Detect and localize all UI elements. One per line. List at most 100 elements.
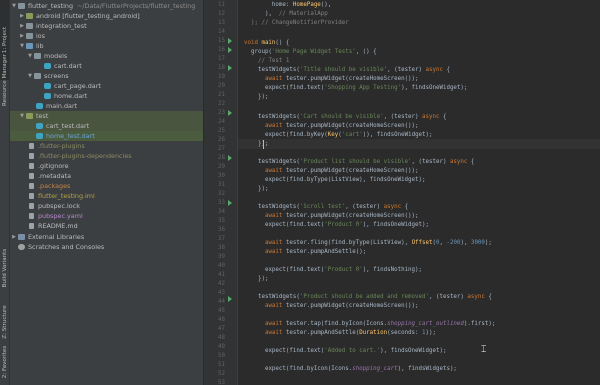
- chevron-down-icon[interactable]: ▼: [27, 71, 33, 81]
- tree-item-label: main.dart: [46, 102, 78, 110]
- current-line-highlight: [238, 139, 600, 149]
- file-icon: [29, 173, 34, 179]
- chevron-right-icon[interactable]: ▶: [19, 31, 25, 41]
- tree-item-android[interactable]: ▶ android [flutter_testing_android]: [10, 11, 203, 21]
- tree-item-label: cart_test.dart: [46, 122, 90, 130]
- tree-item-external-libraries[interactable]: ▶ External Libraries: [10, 232, 203, 242]
- file-icon: [29, 193, 34, 199]
- tree-item-label: Scratches and Consoles: [28, 243, 105, 251]
- run-test-icon[interactable]: [228, 155, 232, 161]
- code-line: expect(find.byIcon(Icons.shopping_cart),…: [264, 366, 457, 372]
- tree-item-label: pubspec.yaml: [38, 212, 83, 220]
- tree-item-gitignore[interactable]: .gitignore: [10, 161, 203, 171]
- code-editor[interactable]: home: HomePage(), ), // MaterialApp ); /…: [238, 0, 600, 385]
- code-line: expect(find.byType(ListView), findsOneWi…: [264, 177, 426, 183]
- dart-file-icon: [36, 123, 43, 129]
- folder-icon: [34, 53, 41, 59]
- run-test-icon[interactable]: [228, 38, 232, 44]
- chevron-right-icon[interactable]: ▶: [11, 232, 17, 242]
- folder-icon: [26, 13, 33, 19]
- favorites-tab-label: 2: Favorites: [1, 345, 8, 379]
- dart-file-icon: [44, 83, 51, 89]
- file-icon: [29, 203, 34, 209]
- tree-item-label: .packages: [38, 182, 71, 190]
- code-line: });: [257, 186, 269, 192]
- file-icon: [29, 213, 34, 219]
- tree-item-lib[interactable]: ▼ lib: [10, 41, 203, 51]
- scratches-icon: [18, 244, 25, 250]
- tree-item-metadata[interactable]: .metadata: [10, 171, 203, 181]
- code-line: await tester.pumpAndSettle(Duration(seco…: [264, 330, 437, 336]
- resource-manager-tab-label: Resource Manager: [1, 54, 8, 106]
- chevron-down-icon[interactable]: ▼: [11, 1, 17, 11]
- dart-file-icon: [44, 63, 51, 69]
- chevron-down-icon[interactable]: ▼: [19, 41, 25, 51]
- tree-item-main-dart[interactable]: main.dart: [10, 101, 203, 111]
- tree-item-label: integration_test: [36, 22, 87, 30]
- dart-file-icon: [36, 133, 43, 139]
- mouse-cursor-icon: ⌶: [481, 345, 487, 355]
- code-line: await tester.pumpAndSettle();: [264, 249, 367, 255]
- tree-item-cart-dart[interactable]: cart.dart: [10, 61, 203, 71]
- folder-icon: [26, 113, 33, 119]
- tree-item-label: .gitignore: [38, 162, 69, 170]
- chevron-right-icon[interactable]: ▶: [19, 21, 25, 31]
- run-test-icon[interactable]: [228, 65, 232, 71]
- code-line: });: [257, 94, 269, 100]
- folder-icon: [18, 3, 25, 9]
- tree-item-pubspec-yaml[interactable]: pubspec.yaml: [10, 211, 203, 221]
- tree-item-label: home.dart: [54, 92, 88, 100]
- tree-item-home-test-dart[interactable]: home_test.dart: [10, 131, 203, 141]
- dart-file-icon: [36, 103, 43, 109]
- tree-item-ios[interactable]: ▶ ios: [10, 31, 203, 41]
- run-test-icon[interactable]: [228, 47, 232, 53]
- ide-window: 1: Project Resource Manager Build Varian…: [0, 0, 600, 385]
- tree-item-test[interactable]: ▼ test: [10, 111, 203, 121]
- tree-item-pubspec-lock[interactable]: pubspec.lock: [10, 201, 203, 211]
- tree-item-label: test: [36, 112, 49, 120]
- tree-item-integration-test[interactable]: ▶ integration_test: [10, 21, 203, 31]
- tree-item-models[interactable]: ▼ models: [10, 51, 203, 61]
- editor-gutter: 11 12 13 14 15 16 17 18 19 20 21 22 23 2…: [204, 0, 238, 385]
- tree-item-label: cart_page.dart: [54, 82, 101, 90]
- code-line: expect(find.text('Product 0'), findsOneW…: [264, 222, 429, 228]
- tree-item-flutter-plugins-dependencies[interactable]: .flutter-plugins-dependencies: [10, 151, 203, 161]
- tree-item-scratches[interactable]: Scratches and Consoles: [10, 242, 203, 252]
- tree-item-cart-page-dart[interactable]: cart_page.dart: [10, 81, 203, 91]
- file-icon: [29, 223, 34, 229]
- tree-item-screens[interactable]: ▼ screens: [10, 71, 203, 81]
- tree-item-testing-iml[interactable]: flutter_testing.iml: [10, 191, 203, 201]
- run-test-icon[interactable]: [228, 296, 232, 302]
- resource-manager-tool-tab[interactable]: Resource Manager: [0, 40, 9, 120]
- folder-icon: [34, 73, 41, 79]
- dart-file-icon: [44, 93, 51, 99]
- code-line: });: [257, 276, 269, 282]
- file-icon: [29, 143, 34, 149]
- code-line: ); // ChangeNotifierProvider: [250, 20, 349, 26]
- tree-item-root[interactable]: ▼ flutter_testing ~/Data/FlutterProjects/…: [10, 1, 203, 11]
- chevron-right-icon[interactable]: ▶: [19, 11, 25, 21]
- code-line: await tester.pumpWidget(createHomeScreen…: [264, 303, 419, 309]
- tree-item-home-dart[interactable]: home.dart: [10, 91, 203, 101]
- tree-item-packages[interactable]: .packages: [10, 181, 203, 191]
- tree-item-label: flutter_testing.iml: [38, 192, 95, 200]
- tree-item-cart-test-dart[interactable]: cart_test.dart: [10, 121, 203, 131]
- tree-item-readme[interactable]: README.md: [10, 221, 203, 231]
- code-line: expect(find.text('Shopping App Testing')…: [264, 85, 468, 91]
- chevron-down-icon[interactable]: ▼: [19, 111, 25, 121]
- file-icon: [29, 163, 34, 169]
- tree-item-label: lib: [36, 42, 44, 50]
- tree-item-label: pubspec.lock: [38, 202, 80, 210]
- code-line: expect(find.text('Product 0'), findsNoth…: [264, 267, 423, 273]
- tree-item-label: cart.dart: [54, 62, 82, 70]
- run-test-icon[interactable]: [228, 110, 232, 116]
- chevron-down-icon[interactable]: ▼: [27, 51, 33, 61]
- run-test-icon[interactable]: [228, 200, 232, 206]
- tool-window-stripe: 1: Project Resource Manager Build Varian…: [0, 0, 10, 385]
- tree-item-label: flutter_testing: [28, 2, 73, 10]
- line-number: 53: [218, 380, 225, 385]
- tree-item-flutter-plugins[interactable]: .flutter-plugins: [10, 141, 203, 151]
- code-line: expect(find.byKey(Key('cart')), findsOne…: [264, 132, 433, 138]
- favorites-tool-tab[interactable]: 2: Favorites: [0, 322, 9, 385]
- library-icon: [18, 234, 25, 240]
